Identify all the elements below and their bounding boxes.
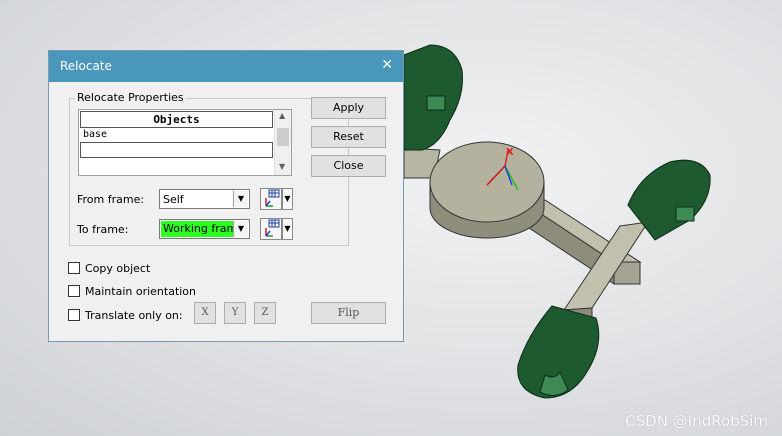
close-button[interactable]: Close (311, 155, 386, 177)
group-label: Relocate Properties (75, 91, 186, 104)
to-frame-label: To frame: (77, 223, 129, 236)
list-item[interactable] (80, 143, 273, 158)
reset-button[interactable]: Reset (311, 126, 386, 148)
gripper-top-slot (426, 95, 446, 111)
scroll-up-icon[interactable]: ▲ (279, 111, 285, 120)
from-frame-picker-button[interactable] (260, 188, 282, 210)
axis-x-label: X (506, 147, 514, 158)
axis-x-button[interactable]: X (194, 302, 216, 324)
relocate-dialog: Relocate ✕ Relocate Properties Objects b… (48, 50, 404, 342)
close-icon[interactable]: ✕ (381, 57, 393, 73)
objects-header: Objects (80, 111, 273, 128)
copy-object-checkbox[interactable] (68, 262, 80, 274)
platform-top (429, 141, 545, 223)
watermark: CSDN @IndRobSim (625, 412, 768, 430)
translate-only-on-label: Translate only on: (85, 309, 183, 322)
from-frame-select[interactable]: Self ▼ (159, 189, 250, 209)
from-frame-value: Self (163, 193, 184, 206)
chevron-down-icon[interactable]: ▼ (233, 221, 248, 237)
relocate-properties-group: Relocate Properties Objects base ▲ ▼ Fro… (69, 91, 349, 246)
list-item[interactable]: base (80, 128, 273, 143)
axis-z-button[interactable]: Z (254, 302, 276, 324)
from-frame-label: From frame: (77, 193, 145, 206)
copy-object-label: Copy object (85, 262, 151, 275)
to-frame-picker-button[interactable] (260, 218, 282, 240)
to-frame-value: Working frame (161, 221, 233, 237)
chevron-down-icon[interactable]: ▼ (233, 191, 248, 207)
chevron-down-icon[interactable]: ▼ (282, 218, 293, 240)
maintain-orientation-label: Maintain orientation (85, 285, 197, 298)
scroll-down-icon[interactable]: ▼ (279, 162, 285, 171)
to-frame-select[interactable]: Working frame ▼ (159, 219, 250, 239)
scroll-thumb[interactable] (277, 128, 289, 146)
maintain-orientation-checkbox[interactable] (68, 285, 80, 297)
axis-y-button[interactable]: Y (224, 302, 246, 324)
objects-list[interactable]: Objects base ▲ ▼ (78, 109, 292, 176)
chevron-down-icon[interactable]: ▼ (282, 188, 293, 210)
dialog-titlebar[interactable]: Relocate ✕ (49, 51, 403, 82)
apply-button[interactable]: Apply (311, 97, 386, 119)
objects-scrollbar[interactable]: ▲ ▼ (274, 110, 291, 175)
translate-only-on-checkbox[interactable] (68, 309, 80, 321)
dialog-title: Relocate (60, 59, 112, 73)
gripper-right-slot (675, 206, 695, 222)
frame-picker-icon (265, 219, 280, 237)
frame-picker-icon (265, 189, 280, 207)
flip-button[interactable]: Flip (311, 302, 386, 324)
